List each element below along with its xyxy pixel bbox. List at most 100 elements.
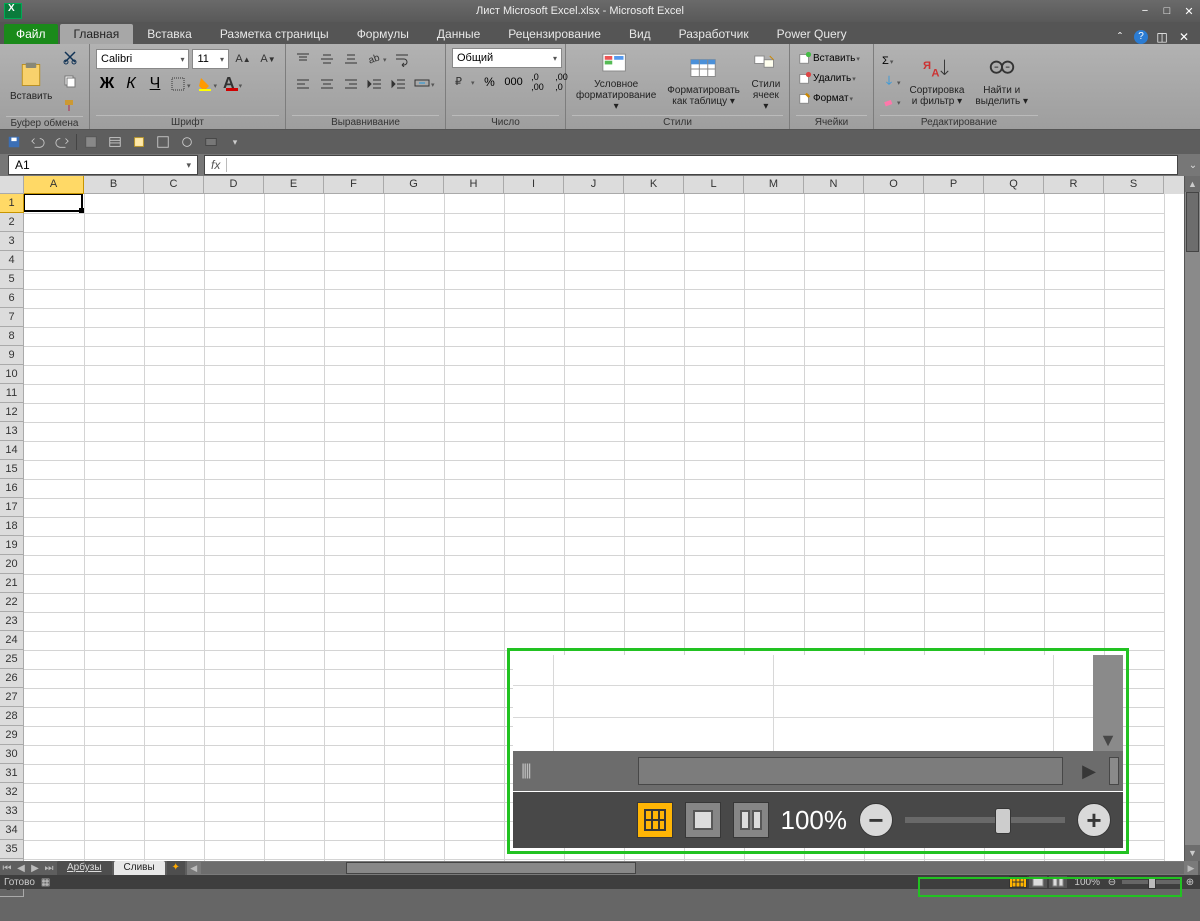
merge-button[interactable] — [412, 73, 437, 93]
inset-view-normal-button[interactable] — [637, 802, 673, 838]
zoom-out-button[interactable]: ⊖ — [1106, 877, 1118, 888]
underline-button[interactable]: Ч — [144, 73, 166, 95]
column-headers[interactable]: ABCDEFGHIJKLMNOPQRS — [24, 176, 1184, 194]
macro-rec-icon[interactable]: ▦ — [41, 877, 50, 888]
ribbon-minimize-icon[interactable]: ˆ — [1112, 30, 1128, 44]
clear-button[interactable] — [880, 91, 903, 111]
sheet-nav-last-icon[interactable]: ⏭ — [42, 863, 56, 874]
align-top-button[interactable] — [292, 48, 314, 70]
wrap-text-button[interactable] — [391, 48, 413, 70]
percent-button[interactable]: % — [479, 71, 501, 93]
view-normal-button[interactable] — [1009, 876, 1027, 888]
cell-styles-button[interactable]: Стилиячеек ▾ — [747, 48, 785, 114]
copy-button[interactable] — [59, 70, 81, 92]
view-page-layout-button[interactable] — [1029, 876, 1047, 888]
conditional-formatting-button[interactable]: Условноеформатирование ▾ — [572, 48, 660, 114]
inset-zoom-out-button[interactable]: − — [859, 803, 893, 837]
vertical-scrollbar[interactable]: ▲ ▼ — [1184, 176, 1200, 861]
inset-vscroll[interactable]: ▼ — [1093, 655, 1123, 751]
inner-restore-icon[interactable]: ◫ — [1154, 30, 1170, 44]
qat-customize-icon[interactable]: ▾ — [225, 132, 245, 152]
inset-scroll-down-icon[interactable]: ▼ — [1099, 730, 1117, 751]
font-name-combo[interactable]: Calibri — [96, 49, 189, 69]
decrease-font-button[interactable]: A▼ — [257, 48, 279, 70]
inset-view-page-break-button[interactable] — [733, 802, 769, 838]
find-select-button[interactable]: Найти ивыделить ▾ — [971, 48, 1032, 114]
scroll-down-icon[interactable]: ▼ — [1185, 845, 1200, 861]
qat-btn-8[interactable] — [177, 132, 197, 152]
inset-hscroll-right-icon[interactable]: ▶ — [1069, 761, 1109, 782]
format-as-table-button[interactable]: Форматироватькак таблицу ▾ — [663, 48, 744, 114]
decrease-indent-button[interactable] — [364, 73, 386, 95]
zoom-level[interactable]: 100% — [1074, 877, 1100, 888]
inset-zoom-in-button[interactable]: + — [1077, 803, 1111, 837]
inset-zoom-level[interactable]: 100% — [781, 805, 848, 836]
cut-button[interactable] — [59, 46, 81, 68]
inset-view-page-layout-button[interactable] — [685, 802, 721, 838]
orientation-button[interactable]: ab — [364, 48, 389, 68]
sheet-nav-next-icon[interactable]: ▶ — [28, 863, 42, 874]
qat-btn-9[interactable] — [201, 132, 221, 152]
fill-color-button[interactable] — [195, 74, 220, 94]
qat-btn-5[interactable] — [105, 132, 125, 152]
maximize-button[interactable]: □ — [1156, 2, 1178, 20]
tab-insert[interactable]: Вставка — [133, 24, 206, 44]
align-right-button[interactable] — [340, 73, 362, 95]
view-page-break-button[interactable] — [1049, 876, 1067, 888]
fx-icon[interactable]: fx — [205, 158, 227, 172]
minimize-button[interactable]: − — [1134, 2, 1156, 20]
tab-powerquery[interactable]: Power Query — [763, 24, 861, 44]
sort-filter-button[interactable]: ЯA Сортировкаи фильтр ▾ — [906, 48, 969, 114]
tab-page-layout[interactable]: Разметка страницы — [206, 24, 343, 44]
insert-cells-button[interactable]: Вставить — [796, 48, 867, 68]
autosum-button[interactable]: Σ — [880, 51, 903, 71]
row-headers[interactable]: 1234567891011121314151617181920212223242… — [0, 194, 24, 861]
increase-indent-button[interactable] — [388, 73, 410, 95]
align-center-button[interactable] — [316, 73, 338, 95]
paste-button[interactable]: Вставить — [6, 48, 56, 114]
new-sheet-button[interactable]: ✦ — [167, 861, 185, 875]
file-tab[interactable]: Файл — [4, 24, 58, 44]
comma-button[interactable]: 000 — [503, 71, 525, 93]
inset-hscroll[interactable]: |||| ▶ — [513, 751, 1123, 791]
zoom-slider[interactable] — [1122, 880, 1180, 884]
scroll-up-icon[interactable]: ▲ — [1185, 176, 1200, 192]
format-cells-button[interactable]: Формат — [796, 88, 867, 108]
name-box[interactable]: A1▾ — [8, 155, 198, 175]
qat-btn-6[interactable] — [129, 132, 149, 152]
format-painter-button[interactable] — [59, 94, 81, 116]
tab-home[interactable]: Главная — [60, 24, 134, 44]
sheet-nav-first-icon[interactable]: ⏮ — [0, 863, 14, 874]
bold-button[interactable]: Ж — [96, 73, 118, 95]
borders-button[interactable] — [168, 74, 193, 94]
sheet-nav-prev-icon[interactable]: ◀ — [14, 863, 28, 874]
italic-button[interactable]: К — [120, 73, 142, 95]
qat-undo-icon[interactable] — [28, 132, 48, 152]
hscroll-left-icon[interactable]: ◀ — [187, 863, 201, 874]
align-left-button[interactable] — [292, 73, 314, 95]
sheet-tab-1[interactable]: Арбузы — [57, 861, 112, 875]
delete-cells-button[interactable]: Удалить — [796, 68, 867, 88]
select-all-triangle[interactable] — [0, 176, 24, 194]
qat-btn-4[interactable] — [81, 132, 101, 152]
tab-data[interactable]: Данные — [423, 24, 494, 44]
number-format-combo[interactable]: Общий — [452, 48, 562, 68]
tab-developer[interactable]: Разработчик — [665, 24, 763, 44]
qat-redo-icon[interactable] — [52, 132, 72, 152]
horizontal-scrollbar[interactable]: ◀ ▶ — [187, 861, 1198, 875]
expand-formula-bar-icon[interactable]: ⌄ — [1186, 160, 1200, 171]
increase-font-button[interactable]: A▲ — [232, 48, 254, 70]
zoom-in-button[interactable]: ⊕ — [1184, 877, 1196, 888]
currency-button[interactable]: ₽ — [452, 71, 477, 91]
qat-btn-7[interactable] — [153, 132, 173, 152]
qat-save-icon[interactable] — [4, 132, 24, 152]
tab-review[interactable]: Рецензирование — [494, 24, 615, 44]
increase-decimal-button[interactable]: ,0,00 — [527, 71, 549, 93]
align-middle-button[interactable] — [316, 48, 338, 70]
help-icon[interactable]: ? — [1134, 30, 1148, 44]
font-color-button[interactable]: A — [221, 74, 244, 94]
inner-close-icon[interactable]: ✕ — [1176, 30, 1192, 44]
inset-zoom-slider[interactable] — [905, 817, 1065, 823]
close-button[interactable]: ✕ — [1178, 2, 1200, 20]
tab-view[interactable]: Вид — [615, 24, 665, 44]
